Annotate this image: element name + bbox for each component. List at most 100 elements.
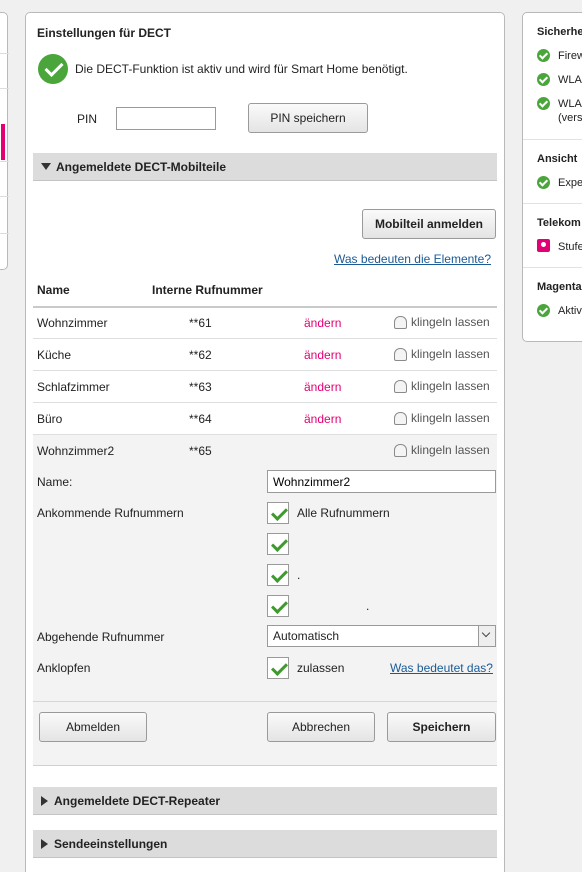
- change-link[interactable]: ändern: [304, 348, 341, 362]
- incoming-number-checkbox[interactable]: [267, 595, 289, 617]
- check-icon: [537, 304, 550, 317]
- nav-divider: [0, 196, 9, 197]
- actions-divider: [33, 701, 497, 702]
- handset-name-input[interactable]: [267, 470, 496, 493]
- telekom-level-status[interactable]: Stufe: [558, 241, 582, 253]
- expanded-handset-number: **65: [189, 444, 212, 458]
- change-link[interactable]: ändern: [304, 380, 341, 394]
- ring-action[interactable]: klingeln lassen: [394, 443, 490, 458]
- repeater-section-title: Angemeldete DECT-Repeater: [54, 793, 221, 808]
- change-link[interactable]: ändern: [304, 412, 341, 426]
- bell-icon: [394, 316, 407, 330]
- firewall-status[interactable]: Firew: [558, 50, 582, 62]
- telekom-level-icon: [537, 239, 550, 252]
- pin-input[interactable]: [116, 107, 216, 130]
- ring-action[interactable]: klingeln lassen: [394, 411, 490, 426]
- logout-handset-button[interactable]: Abmelden: [39, 712, 147, 742]
- ring-action[interactable]: klingeln lassen: [394, 315, 490, 330]
- check-icon: [537, 97, 550, 110]
- call-waiting-option-label: zulassen: [297, 661, 345, 675]
- bell-icon: [394, 348, 407, 362]
- check-icon: [537, 49, 550, 62]
- expert-view-status[interactable]: Expe: [558, 177, 582, 189]
- security-heading: Sicherhe: [537, 26, 582, 38]
- nav-divider: [0, 53, 9, 54]
- pin-label: PIN: [77, 112, 98, 126]
- incoming-number-label: .: [297, 568, 301, 582]
- save-button[interactable]: Speichern: [387, 712, 496, 742]
- expanded-triangle-icon: [41, 163, 51, 170]
- repeater-section-header[interactable]: Angemeldete DECT-Repeater: [33, 787, 497, 815]
- help-elements-link[interactable]: Was bedeuten die Elemente?: [334, 252, 491, 266]
- ring-label: klingeln lassen: [411, 411, 490, 425]
- handset-name: Küche: [37, 348, 72, 362]
- ring-label: klingeln lassen: [411, 347, 490, 361]
- telekom-heading: Telekom: [537, 217, 581, 229]
- collapsed-triangle-icon: [41, 838, 48, 849]
- dect-settings-panel: Einstellungen für DECT Die DECT-Funktion…: [25, 12, 505, 872]
- dect-status-text: Die DECT-Funktion ist aktiv und wird für…: [75, 62, 408, 76]
- row-divider: [33, 402, 497, 403]
- incoming-numbers-label: Ankommende Rufnummern: [37, 506, 184, 520]
- wlan-status[interactable]: WLA: [558, 74, 582, 86]
- call-waiting-checkbox[interactable]: [267, 657, 289, 679]
- bell-icon: [394, 444, 407, 458]
- nav-divider: [0, 161, 9, 162]
- incoming-number-label: .: [366, 599, 370, 613]
- ring-label: klingeln lassen: [411, 443, 490, 457]
- incoming-number-checkbox[interactable]: [267, 533, 289, 555]
- column-header-name: Name: [37, 283, 70, 297]
- row-divider: [33, 370, 497, 371]
- ring-action[interactable]: klingeln lassen: [394, 379, 490, 394]
- incoming-all-checkbox[interactable]: [267, 502, 289, 524]
- register-handset-button[interactable]: Mobilteil anmelden: [362, 209, 496, 239]
- collapsed-triangle-icon: [41, 795, 48, 806]
- ring-action[interactable]: klingeln lassen: [394, 347, 490, 362]
- outgoing-selected-value: Automatisch: [273, 629, 340, 643]
- section-divider: [523, 139, 582, 140]
- handsets-section-title: Angemeldete DECT-Mobilteile: [56, 159, 227, 174]
- nav-divider: [0, 88, 9, 89]
- magenta-status[interactable]: Aktiv: [558, 305, 582, 317]
- bell-icon: [394, 412, 407, 426]
- row-divider: [33, 338, 497, 339]
- transmit-settings-section-header[interactable]: Sendeeinstellungen: [33, 830, 497, 858]
- handset-name: Wohnzimmer: [37, 316, 108, 330]
- incoming-number-checkbox[interactable]: [267, 564, 289, 586]
- handset-number: **61: [189, 316, 212, 330]
- bell-icon: [394, 380, 407, 394]
- transmit-settings-section-title: Sendeeinstellungen: [54, 836, 168, 851]
- incoming-all-label: Alle Rufnummern: [297, 506, 390, 520]
- handset-number: **64: [189, 412, 212, 426]
- call-waiting-label: Anklopfen: [37, 661, 91, 675]
- wlan-encryption-status[interactable]: WLA: [558, 98, 582, 110]
- outgoing-number-select[interactable]: Automatisch: [267, 625, 496, 647]
- ring-label: klingeln lassen: [411, 315, 490, 329]
- wlan-encryption-sub: (vers: [558, 112, 582, 124]
- pin-save-button[interactable]: PIN speichern: [248, 103, 368, 133]
- ring-label: klingeln lassen: [411, 379, 490, 393]
- handsets-section-header[interactable]: Angemeldete DECT-Mobilteile: [33, 153, 497, 181]
- check-icon: [537, 176, 550, 189]
- handset-number: **63: [189, 380, 212, 394]
- column-header-number: Interne Rufnummer: [152, 283, 263, 297]
- status-overview-panel: Sicherhe Firew WLA WLA (vers Ansicht Exp…: [522, 12, 582, 342]
- expanded-handset-name: Wohnzimmer2: [37, 444, 115, 458]
- outgoing-number-label: Abgehende Rufnummer: [37, 630, 165, 644]
- check-icon: [537, 73, 550, 86]
- table-header-divider: [33, 306, 497, 308]
- section-divider: [523, 203, 582, 204]
- status-ok-icon: [38, 54, 68, 84]
- handset-number: **62: [189, 348, 212, 362]
- nav-active-indicator: [1, 124, 5, 160]
- help-call-waiting-link[interactable]: Was bedeutet das?: [390, 661, 493, 675]
- chevron-down-icon: [478, 626, 495, 646]
- nav-divider: [0, 233, 9, 234]
- change-link[interactable]: ändern: [304, 316, 341, 330]
- page-title: Einstellungen für DECT: [37, 26, 172, 40]
- left-navigation: [0, 12, 9, 270]
- cancel-button[interactable]: Abbrechen: [267, 712, 375, 742]
- handset-name: Schlafzimmer: [37, 380, 110, 394]
- handset-name: Büro: [37, 412, 63, 426]
- section-divider: [523, 267, 582, 268]
